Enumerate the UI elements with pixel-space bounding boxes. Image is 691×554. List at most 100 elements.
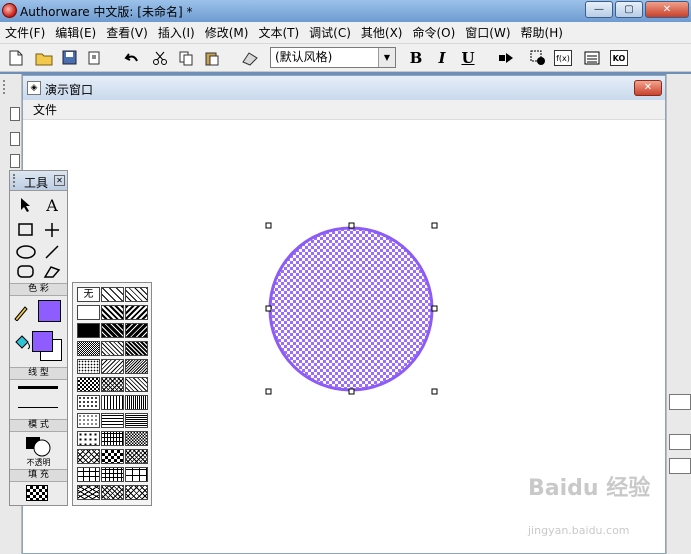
pattern-item[interactable] [125, 341, 148, 356]
pattern-item[interactable] [125, 449, 148, 464]
pattern-item[interactable] [77, 341, 100, 356]
menu-edit[interactable]: 编辑(E) [50, 24, 101, 41]
text-tool-icon[interactable]: A [40, 195, 64, 215]
pattern-item[interactable] [125, 413, 148, 428]
maximize-button[interactable]: ▢ [615, 1, 643, 18]
find-icon[interactable] [240, 48, 260, 68]
grip-icon[interactable] [13, 174, 17, 187]
panel-item-icon[interactable] [669, 394, 691, 410]
panel-item-icon[interactable] [669, 458, 691, 474]
pattern-item[interactable] [77, 431, 100, 446]
pattern-item[interactable] [101, 449, 124, 464]
line-style-thin[interactable] [18, 407, 58, 408]
menu-insert[interactable]: 插入(I) [153, 24, 200, 41]
pattern-item[interactable] [125, 431, 148, 446]
pattern-item[interactable] [101, 485, 124, 500]
line-style-thick[interactable] [18, 386, 58, 389]
fill-pattern-swatch[interactable] [26, 485, 48, 501]
pattern-item[interactable] [125, 395, 148, 410]
pattern-item[interactable] [125, 305, 148, 320]
knowledge-objects-button[interactable]: KO [610, 50, 628, 66]
pattern-item[interactable] [125, 287, 148, 302]
polygon-tool-icon[interactable] [40, 262, 64, 282]
fill-section-label: 填 充 [10, 469, 67, 482]
line-color-swatch[interactable] [38, 300, 61, 322]
menu-command[interactable]: 命令(O) [407, 24, 460, 41]
run-icon[interactable] [496, 48, 516, 68]
undo-icon[interactable] [122, 48, 142, 68]
menu-window[interactable]: 窗口(W) [460, 24, 515, 41]
mode-value: 不透明 [26, 458, 51, 467]
pattern-item[interactable] [101, 431, 124, 446]
pattern-item[interactable] [77, 449, 100, 464]
new-file-icon[interactable] [6, 48, 26, 68]
menu-modify[interactable]: 修改(M) [200, 24, 254, 41]
menu-help[interactable]: 帮助(H) [516, 24, 568, 41]
pattern-item[interactable] [77, 485, 100, 500]
pattern-item[interactable] [101, 323, 124, 338]
paste-icon[interactable] [202, 48, 222, 68]
panel-item-icon[interactable] [10, 154, 20, 168]
menu-debug[interactable]: 调试(C) [304, 24, 356, 41]
underline-button[interactable]: U [458, 48, 478, 68]
foreground-color-swatch[interactable] [32, 331, 53, 352]
pattern-item[interactable] [101, 341, 124, 356]
panel-item-icon[interactable] [669, 434, 691, 450]
pencil-color-icon[interactable] [12, 302, 36, 322]
presentation-menu-file[interactable]: 文件 [23, 100, 665, 120]
functions-button[interactable]: f(x) [554, 50, 572, 66]
import-icon[interactable] [84, 48, 104, 68]
pattern-item[interactable] [101, 467, 124, 482]
panel-item-icon[interactable] [10, 107, 20, 121]
minimize-button[interactable]: — [585, 1, 613, 18]
opaque-mode-icon[interactable] [24, 435, 54, 457]
rectangle-tool-icon[interactable] [14, 220, 38, 240]
pattern-item[interactable] [77, 323, 100, 338]
control-panel-icon[interactable] [528, 48, 548, 68]
pattern-item[interactable] [77, 359, 100, 374]
rounded-rectangle-tool-icon[interactable] [14, 262, 38, 282]
bold-button[interactable]: B [406, 48, 426, 68]
pattern-item[interactable] [101, 377, 124, 392]
grip-icon[interactable] [3, 80, 7, 94]
panel-item-icon[interactable] [10, 132, 20, 146]
ellipse-tool-icon[interactable] [14, 242, 38, 262]
pattern-item[interactable] [77, 413, 100, 428]
close-button[interactable]: ✕ [645, 1, 689, 18]
pattern-item[interactable] [125, 467, 148, 482]
pattern-none[interactable]: 无 [77, 287, 100, 302]
menu-file[interactable]: 文件(F) [0, 24, 50, 41]
italic-button[interactable]: I [432, 48, 452, 68]
chevron-down-icon[interactable]: ▼ [378, 48, 395, 67]
menu-other[interactable]: 其他(X) [356, 24, 408, 41]
pattern-item[interactable] [125, 359, 148, 374]
font-style-select[interactable]: (默认风格) ▼ [270, 47, 396, 68]
line-tool-icon[interactable] [40, 242, 64, 262]
pattern-item[interactable] [125, 377, 148, 392]
pattern-item[interactable] [125, 485, 148, 500]
menu-view[interactable]: 查看(V) [101, 24, 153, 41]
pattern-item[interactable] [101, 305, 124, 320]
pattern-item[interactable] [101, 395, 124, 410]
pointer-tool-icon[interactable] [14, 195, 38, 215]
presentation-close-button[interactable]: ✕ [634, 80, 662, 96]
authorware-logo-icon [2, 3, 17, 18]
copy-icon[interactable] [176, 48, 196, 68]
tools-close-button[interactable]: ✕ [54, 175, 65, 186]
tools-header[interactable]: 工具 ✕ [10, 171, 67, 191]
save-all-icon[interactable] [60, 48, 80, 68]
pattern-item[interactable] [77, 377, 100, 392]
open-folder-icon[interactable] [34, 48, 54, 68]
crosshair-tool-icon[interactable] [40, 220, 64, 240]
pattern-item[interactable] [125, 323, 148, 338]
presentation-menu-label: 文件 [33, 103, 58, 117]
pattern-item[interactable] [101, 413, 124, 428]
pattern-item[interactable] [77, 467, 100, 482]
pattern-item[interactable] [77, 395, 100, 410]
menu-text[interactable]: 文本(T) [253, 24, 304, 41]
cut-icon[interactable] [150, 48, 170, 68]
pattern-item[interactable] [101, 359, 124, 374]
variables-icon[interactable] [582, 48, 602, 68]
pattern-item[interactable] [77, 305, 100, 320]
pattern-item[interactable] [101, 287, 124, 302]
